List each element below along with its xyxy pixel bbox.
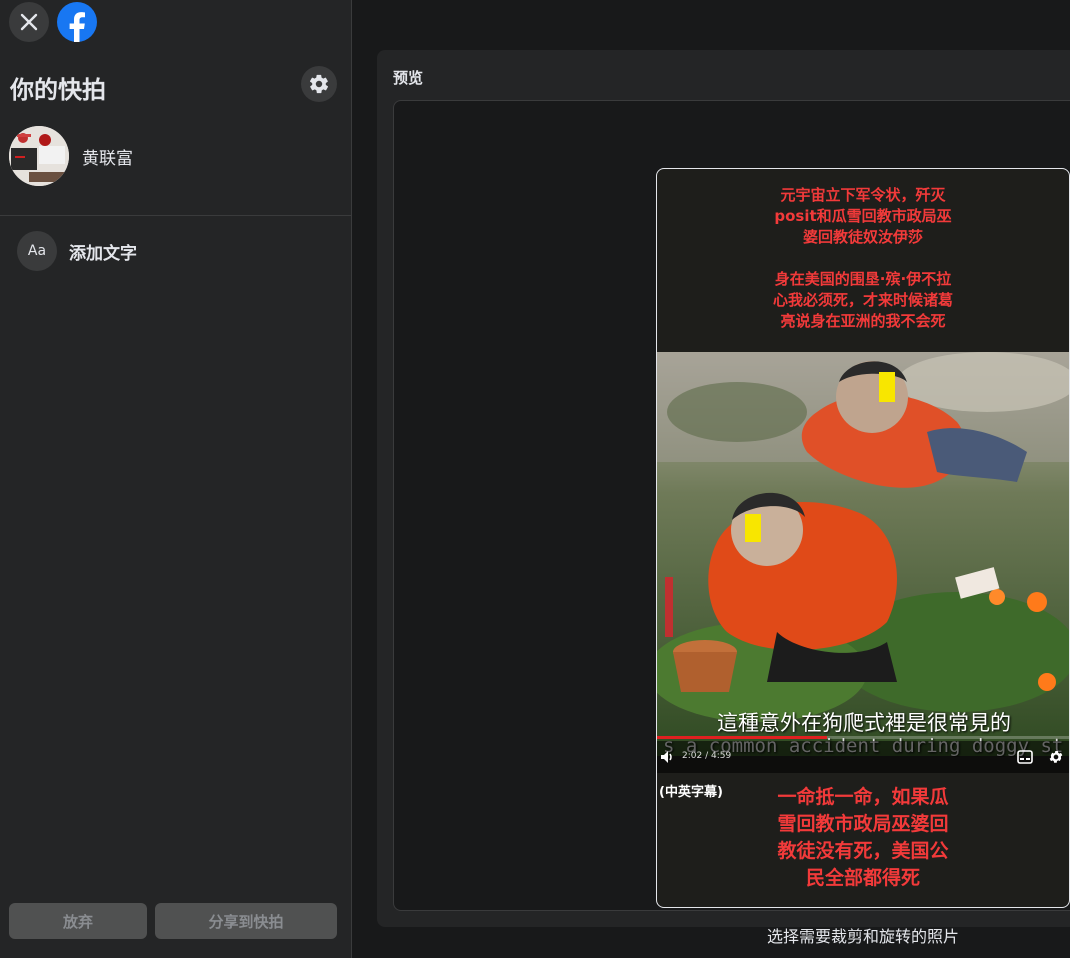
settings-button[interactable]: [301, 66, 337, 102]
story-caption-top: 元宇宙立下军令状，歼灭 posit和瓜雪回教市政局巫 婆回教徒奴汝伊莎 身在美国…: [657, 185, 1069, 332]
caption-line: 婆回教徒奴汝伊莎: [802, 228, 923, 246]
caption-line: posit和瓜雪回教市政局巫: [774, 207, 952, 225]
crop-rotate-hint: 选择需要裁剪和旋转的照片: [766, 927, 959, 946]
share-to-story-button[interactable]: 分享到快拍: [155, 903, 337, 939]
preview-card: 预览 元宇宙立下军令状，歼灭 posit和瓜雪回教市政局巫 婆回教徒奴汝伊莎 身…: [377, 50, 1070, 946]
subtitles-icon: [1017, 750, 1033, 764]
text-icon: Aa: [17, 231, 57, 271]
profile-row: 黄联富: [0, 122, 352, 190]
caption-line: 教徒没有死，美国公: [777, 840, 949, 862]
story-caption-bottom: 一命抵一命，如果瓜 雪回教市政局巫婆回 教徒没有死，美国公 民全部都得死: [657, 784, 1069, 892]
top-bar: [0, 0, 352, 52]
facebook-logo-icon[interactable]: [57, 2, 97, 42]
gear-icon: [309, 74, 329, 94]
caption-line: 雪回教市政局巫婆回: [777, 813, 949, 835]
video-time: 2:02 / 4:59: [682, 751, 732, 761]
caption-line: 元宇宙立下军令状，歼灭: [780, 186, 946, 204]
video-controls: 2:02 / 4:59: [657, 741, 1069, 773]
gear-icon: [1049, 751, 1063, 763]
avatar: [9, 126, 69, 186]
discard-button[interactable]: 放弃: [9, 903, 147, 939]
video-subtitle-chinese: 這種意外在狗爬式裡是很常見的: [717, 711, 1011, 735]
caption-line: [657, 248, 1069, 269]
caption-line: 亮说身在亚洲的我不会死: [780, 312, 946, 330]
caption-line: 民全部都得死: [805, 867, 920, 889]
caption-line: 一命抵一命，如果瓜: [777, 786, 949, 808]
sidebar-header: 你的快拍: [0, 52, 352, 122]
caption-line: 身在美国的围垦·殡·伊不拉: [774, 270, 952, 288]
main-top-bar: [353, 0, 1070, 50]
preview-canvas: 元宇宙立下军令状，歼灭 posit和瓜雪回教市政局巫 婆回教徒奴汝伊莎 身在美国…: [393, 100, 1070, 946]
close-button[interactable]: [9, 2, 49, 42]
add-text-label: 添加文字: [69, 244, 137, 264]
story-preview[interactable]: 元宇宙立下军令状，歼灭 posit和瓜雪回教市政局巫 婆回教徒奴汝伊莎 身在美国…: [656, 168, 1070, 908]
caption-line: 心我必须死，才来时候诸葛: [772, 291, 953, 309]
close-icon: [20, 13, 38, 31]
add-text-button[interactable]: Aa 添加文字: [0, 228, 352, 274]
story-composer: 你的快拍 黄联富 Aa 添加文字 放弃 分享到快拍 预览 元宇宙立下军令状，歼灭…: [0, 0, 1070, 958]
divider: [0, 215, 352, 216]
story-photo: [657, 352, 1069, 756]
profile-name: 黄联富: [82, 149, 133, 169]
volume-icon: [661, 751, 672, 763]
sidebar: 你的快拍 黄联富 Aa 添加文字 放弃 分享到快拍: [0, 0, 352, 958]
page-title: 你的快拍: [10, 76, 106, 104]
preview-label: 预览: [393, 69, 424, 87]
